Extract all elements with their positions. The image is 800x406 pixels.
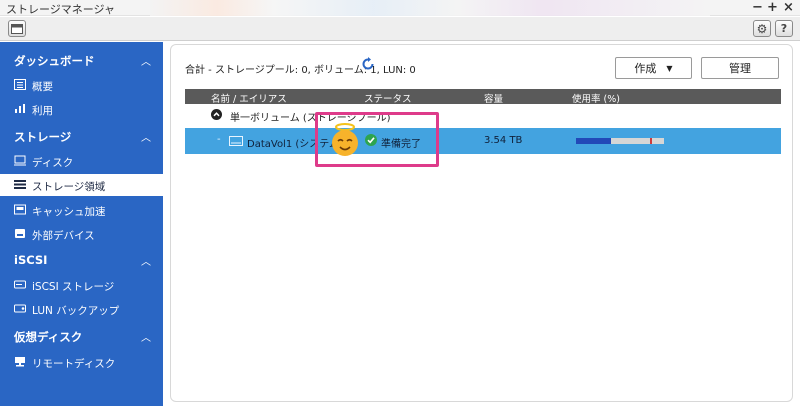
sidebar-item-disk[interactable]: ディスク <box>0 150 163 172</box>
app-menu-button[interactable] <box>8 20 26 37</box>
table-row[interactable]: - DataVol1 (システム) 準備完了 3.54 TB <box>185 128 781 154</box>
column-header-status[interactable]: ステータス <box>364 91 412 105</box>
sidebar-item-iscsi-storage[interactable]: iSCSI ストレージ <box>0 274 163 296</box>
volume-icon <box>229 136 243 146</box>
sidebar-item-lun-backup[interactable]: LUN バックアップ <box>0 298 163 320</box>
overview-icon <box>14 79 26 90</box>
column-header-usage[interactable]: 使用率 (%) <box>572 91 620 105</box>
sidebar-section-dashboard[interactable]: ダッシュボード ︿ <box>0 48 163 72</box>
minimize-button[interactable]: − <box>752 0 763 16</box>
group-row[interactable]: 単一ボリューム (ストレージプール) <box>185 105 781 127</box>
help-button[interactable]: ? <box>775 20 793 37</box>
chevron-up-icon: ︿ <box>141 57 151 68</box>
lun-backup-icon <box>14 304 26 313</box>
gear-icon: ⚙ <box>756 21 768 36</box>
sidebar-item-label: ディスク <box>32 157 74 169</box>
sidebar-section-label: ダッシュボード <box>14 54 95 68</box>
sidebar: ダッシュボード ︿ 概要 利用 ストレージ ︿ ディスク ストレージ領域 キャッ… <box>0 42 163 406</box>
create-button-label: 作成 <box>634 62 657 75</box>
sidebar-section-label: iSCSI <box>14 253 48 267</box>
sidebar-item-external-device[interactable]: 外部デバイス <box>0 223 163 245</box>
sidebar-item-label: 概要 <box>32 81 53 93</box>
column-header-name[interactable]: 名前 / エイリアス <box>211 91 287 105</box>
chevron-up-icon: ︿ <box>141 133 151 144</box>
title-bar-background <box>150 0 710 16</box>
column-header-capacity[interactable]: 容量 <box>484 91 503 105</box>
chevron-up-icon: ︿ <box>141 257 151 268</box>
app-menu-icon <box>11 23 23 34</box>
storage-space-icon <box>14 180 26 189</box>
sidebar-section-label: ストレージ <box>14 130 72 144</box>
usage-chart-icon <box>15 104 25 113</box>
sidebar-section-virtual-disk[interactable]: 仮想ディスク ︿ <box>0 324 163 348</box>
refresh-icon[interactable] <box>361 57 375 71</box>
chevron-up-icon: ︿ <box>141 333 151 344</box>
app-toolbar: ⚙ ? <box>0 17 800 41</box>
sidebar-item-label: 外部デバイス <box>32 230 95 242</box>
sidebar-item-cache[interactable]: キャッシュ加速 <box>0 199 163 221</box>
usage-threshold-marker <box>650 138 652 144</box>
sidebar-item-label: リモートディスク <box>32 358 116 370</box>
sidebar-item-storage-space[interactable]: ストレージ領域 <box>0 174 163 196</box>
external-device-icon <box>15 229 25 238</box>
cache-icon <box>14 204 26 215</box>
settings-button[interactable]: ⚙ <box>753 20 771 37</box>
sidebar-item-label: 利用 <box>32 105 53 117</box>
help-icon: ? <box>780 22 788 35</box>
sidebar-item-label: キャッシュ加速 <box>32 206 106 218</box>
manage-button-label: 管理 <box>729 62 751 75</box>
usage-bar <box>576 138 664 144</box>
sidebar-item-remote-disk[interactable]: リモートディスク <box>0 351 163 373</box>
manage-button[interactable]: 管理 <box>701 57 779 79</box>
disk-icon <box>14 155 26 166</box>
usage-bar-fill <box>576 138 612 144</box>
sidebar-item-label: iSCSI ストレージ <box>32 281 115 293</box>
maximize-button[interactable]: + <box>767 0 778 16</box>
main-panel: 合計 - ストレージプール: 0, ボリューム: 1, LUN: 0 作成 ▼ … <box>170 44 793 402</box>
volume-capacity: 3.54 TB <box>484 135 523 146</box>
smiley-face-icon <box>332 123 358 156</box>
sidebar-item-usage[interactable]: 利用 <box>0 98 163 120</box>
table-header: 名前 / エイリアス ステータス 容量 使用率 (%) <box>185 89 781 105</box>
window-title: ストレージマネージャ <box>6 3 116 16</box>
caret-down-icon: ▼ <box>666 63 673 73</box>
sidebar-item-overview[interactable]: 概要 <box>0 74 163 96</box>
iscsi-storage-icon <box>14 280 26 289</box>
create-button[interactable]: 作成 ▼ <box>615 57 692 79</box>
collapse-icon[interactable] <box>211 109 222 120</box>
remote-disk-icon <box>15 357 25 367</box>
close-button[interactable]: × <box>783 0 794 16</box>
title-bar: ストレージマネージャ − + × <box>0 0 800 16</box>
sidebar-section-label: 仮想ディスク <box>14 330 83 344</box>
summary-text: 合計 - ストレージプール: 0, ボリューム: 1, LUN: 0 <box>185 65 416 76</box>
sidebar-item-label: ストレージ領域 <box>32 181 106 193</box>
sidebar-section-storage[interactable]: ストレージ ︿ <box>0 124 163 148</box>
sidebar-section-iscsi[interactable]: iSCSI ︿ <box>0 248 163 272</box>
sidebar-item-label: LUN バックアップ <box>32 305 120 317</box>
